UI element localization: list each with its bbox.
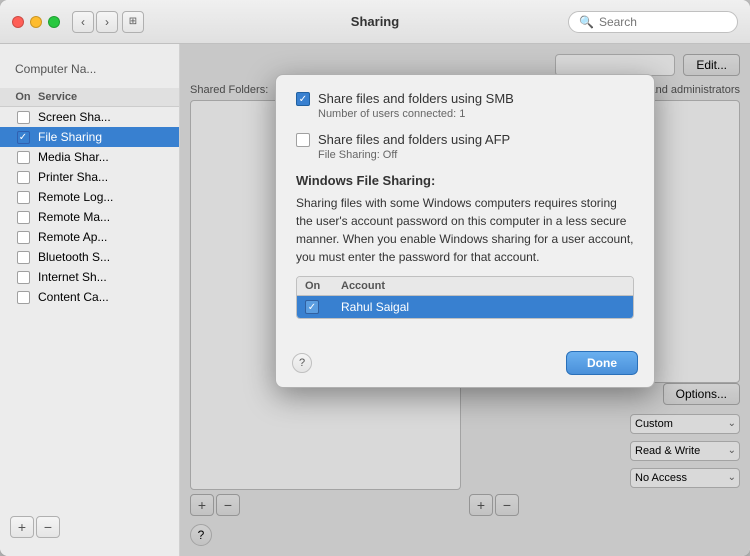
maximize-button[interactable] [48,16,60,28]
service-checkbox-6[interactable] [17,211,30,224]
service-checkbox-1[interactable] [17,111,30,124]
service-row-bluetooth-sharing[interactable]: Bluetooth S... [0,247,179,267]
back-button[interactable]: ‹ [72,11,94,33]
service-row-remote-login[interactable]: Remote Log... [0,187,179,207]
afp-sublabel: File Sharing: Off [318,149,510,161]
service-row-remote-apple-events[interactable]: Remote Ap... [0,227,179,247]
afp-label: Share files and folders using AFP [318,132,510,147]
service-col-header: Service [38,91,171,103]
service-checkbox-2[interactable]: ✓ [17,131,30,144]
afp-checkbox[interactable] [296,133,310,147]
accounts-account-header: Account [341,280,625,292]
left-bottom-buttons: + − [0,508,179,546]
done-button[interactable]: Done [566,351,638,375]
service-checkbox-3[interactable] [17,151,30,164]
nav-buttons: ‹ › [72,11,118,33]
window: ‹ › ⊞ Sharing 🔍 Computer Na... On Servic… [0,0,750,556]
on-col-header: On [8,91,38,103]
service-row-media-sharing[interactable]: Media Shar... [0,147,179,167]
close-button[interactable] [12,16,24,28]
windows-sharing-title: Windows File Sharing: [296,173,634,188]
smb-option-row: ✓ Share files and folders using SMB Numb… [296,91,634,120]
account-checkbox-rahul[interactable]: ✓ [305,300,341,314]
services-table: On Service Screen Sha... ✓ File Sharing … [0,88,179,508]
afp-option-row: Share files and folders using AFP File S… [296,132,634,161]
accounts-on-header: On [305,280,341,292]
service-label-2: File Sharing [38,130,171,144]
service-checkbox-8[interactable] [17,251,30,264]
service-row-printer-sharing[interactable]: Printer Sha... [0,167,179,187]
account-name-rahul: Rahul Saigal [341,300,625,314]
service-checkbox-5[interactable] [17,191,30,204]
forward-button[interactable]: › [96,11,118,33]
search-icon: 🔍 [579,15,594,29]
service-label-6: Remote Ma... [38,210,171,224]
smb-option-text: Share files and folders using SMB Number… [318,91,514,120]
service-label-3: Media Shar... [38,150,171,164]
service-label-7: Remote Ap... [38,230,171,244]
main-content: Computer Na... On Service Screen Sha... … [0,44,750,556]
computer-name-label: Computer Na... [15,62,96,76]
service-label-5: Remote Log... [38,190,171,204]
service-row-internet-sharing[interactable]: Internet Sh... [0,267,179,287]
traffic-lights [12,16,60,28]
titlebar: ‹ › ⊞ Sharing 🔍 [0,0,750,44]
add-service-button[interactable]: + [10,516,34,538]
grid-button[interactable]: ⊞ [122,11,144,33]
afp-option-text: Share files and folders using AFP File S… [318,132,510,161]
service-label-8: Bluetooth S... [38,250,171,264]
options-modal: ✓ Share files and folders using SMB Numb… [275,74,655,388]
service-checkbox-7[interactable] [17,231,30,244]
service-row-content-caching[interactable]: Content Ca... [0,287,179,307]
smb-sublabel: Number of users connected: 1 [318,108,514,120]
service-label-10: Content Ca... [38,290,171,304]
smb-label: Share files and folders using SMB [318,91,514,106]
service-checkbox-10[interactable] [17,291,30,304]
smb-checkbox[interactable]: ✓ [296,92,310,106]
accounts-table: On Account ✓ Rahul Saigal [296,276,634,319]
service-row-remote-management[interactable]: Remote Ma... [0,207,179,227]
right-panel: Edit... Shared Folders: + − and administ… [180,44,750,556]
service-label-9: Internet Sh... [38,270,171,284]
minimize-button[interactable] [30,16,42,28]
account-row-rahul[interactable]: ✓ Rahul Saigal [297,296,633,318]
search-bar: 🔍 [568,11,738,33]
modal-footer: ? Done [276,343,654,387]
modal-overlay: ✓ Share files and folders using SMB Numb… [180,44,750,556]
service-label-1: Screen Sha... [38,110,171,124]
service-row-screen-sharing[interactable]: Screen Sha... [0,107,179,127]
remove-service-button[interactable]: − [36,516,60,538]
modal-body: ✓ Share files and folders using SMB Numb… [276,75,654,343]
left-panel: Computer Na... On Service Screen Sha... … [0,44,180,556]
window-title: Sharing [351,14,399,29]
accounts-table-header: On Account [297,277,633,296]
modal-help-button[interactable]: ? [292,353,312,373]
windows-sharing-desc: Sharing files with some Windows computer… [296,194,634,266]
service-checkbox-4[interactable] [17,171,30,184]
service-row-file-sharing[interactable]: ✓ File Sharing [0,127,179,147]
service-checkbox-9[interactable] [17,271,30,284]
services-header: On Service [0,88,179,107]
search-input[interactable] [599,15,727,29]
service-label-4: Printer Sha... [38,170,171,184]
computer-name-row: Computer Na... [0,54,179,88]
